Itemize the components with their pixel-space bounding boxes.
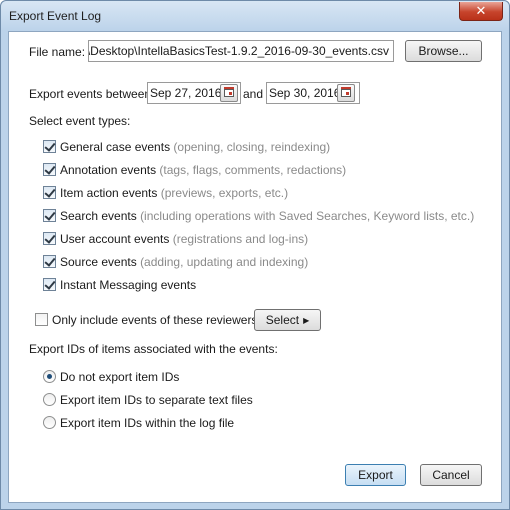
no-export-ids-radio[interactable] — [43, 370, 56, 383]
end-date-value: Sep 30, 2016 — [269, 86, 341, 100]
file-name-label: File name: — [29, 45, 86, 59]
export-ids-label: Export IDs of items associated with the … — [29, 342, 278, 356]
dialog-content: File name: ewer\Desktop\IntellaBasicsTes… — [8, 31, 502, 503]
instant-messaging-events-label: Instant Messaging events — [60, 278, 197, 292]
instant-messaging-events-checkbox[interactable] — [43, 278, 56, 291]
separate-files-label: Export item IDs to separate text files — [60, 393, 253, 407]
date-range-label: Export events between — [29, 87, 152, 101]
cancel-button[interactable]: Cancel — [420, 464, 482, 486]
item-action-events-checkbox[interactable] — [43, 186, 56, 199]
file-name-input[interactable]: ewer\Desktop\IntellaBasicsTest-1.9.2_201… — [88, 40, 394, 62]
user-account-events-checkbox[interactable] — [43, 232, 56, 245]
calendar-icon — [341, 87, 351, 97]
browse-button[interactable]: Browse... — [405, 40, 482, 62]
annotation-events-label: Annotation events (tags, flags, comments… — [60, 163, 347, 177]
general-case-events-label: General case events (opening, closing, r… — [60, 140, 331, 154]
and-label: and — [243, 87, 264, 101]
export-event-log-dialog: Export Event Log ✕ File name: ewer\Deskt… — [0, 0, 510, 510]
close-button[interactable]: ✕ — [459, 2, 503, 21]
search-events-checkbox[interactable] — [43, 209, 56, 222]
reviewers-filter-checkbox[interactable] — [35, 313, 48, 326]
item-action-events-label: Item action events (previews, exports, e… — [60, 186, 289, 200]
select-reviewers-button[interactable]: Select ▶ — [254, 309, 321, 331]
window-title: Export Event Log — [9, 9, 102, 23]
file-name-value: ewer\Desktop\IntellaBasicsTest-1.9.2_201… — [88, 44, 389, 58]
search-events-label: Search events (including operations with… — [60, 209, 475, 223]
event-types-label: Select event types: — [29, 114, 131, 128]
annotation-events-checkbox[interactable] — [43, 163, 56, 176]
title-bar[interactable]: Export Event Log ✕ — [1, 1, 509, 31]
within-log-label: Export item IDs within the log file — [60, 416, 235, 430]
source-events-label: Source events (adding, updating and inde… — [60, 255, 309, 269]
end-date-calendar-button[interactable] — [337, 84, 355, 102]
select-reviewers-label: Select — [265, 313, 300, 327]
user-account-events-label: User account events (registrations and l… — [60, 232, 309, 246]
close-icon: ✕ — [475, 3, 487, 18]
general-case-events-checkbox[interactable] — [43, 140, 56, 153]
calendar-icon — [224, 87, 234, 97]
within-log-radio[interactable] — [43, 416, 56, 429]
start-date-calendar-button[interactable] — [220, 84, 238, 102]
chevron-right-icon: ▶ — [303, 315, 310, 325]
export-button[interactable]: Export — [345, 464, 406, 486]
start-date-value: Sep 27, 2016 — [150, 86, 222, 100]
separate-files-radio[interactable] — [43, 393, 56, 406]
source-events-checkbox[interactable] — [43, 255, 56, 268]
no-export-ids-label: Do not export item IDs — [60, 370, 180, 384]
reviewers-filter-label: Only include events of these reviewers: — [52, 313, 261, 327]
